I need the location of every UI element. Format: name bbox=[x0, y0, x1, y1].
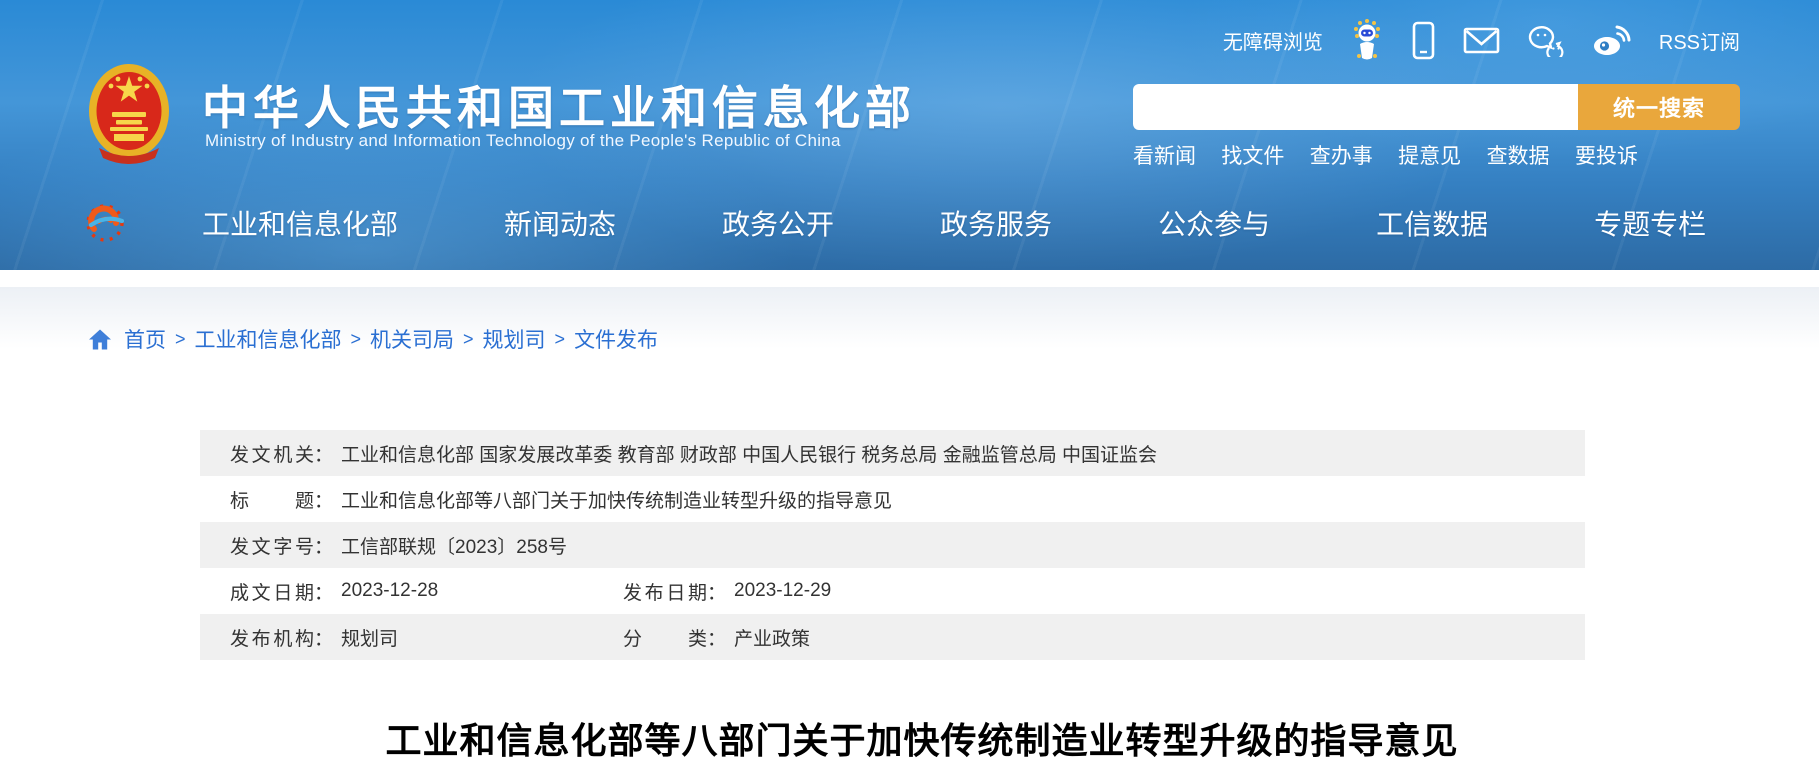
meta-label: 标题 bbox=[230, 486, 314, 513]
document-meta-table: 发文机关 ： 工业和信息化部 国家发展改革委 教育部 财政部 中国人民银行 税务… bbox=[200, 430, 1585, 660]
meta-label: 发布日期 bbox=[623, 578, 707, 605]
meta-colon: ： bbox=[707, 624, 726, 651]
page: 无障碍浏览 bbox=[0, 0, 1819, 774]
meta-pair-publish-date: 发布日期 ： 2023-12-29 bbox=[623, 568, 831, 614]
breadcrumb: 首页 > 工业和信息化部 > 机关司局 > 规划司 > 文件发布 bbox=[88, 324, 658, 354]
quick-link-suggestions[interactable]: 提意见 bbox=[1398, 140, 1461, 170]
main-nav: 工业和信息化部 新闻动态 政务公开 政务服务 公众参与 工信数据 专题专栏 bbox=[202, 203, 1706, 243]
quick-links: 看新闻 找文件 查办事 提意见 查数据 要投诉 bbox=[1133, 140, 1638, 170]
quick-link-data[interactable]: 查数据 bbox=[1487, 140, 1550, 170]
meta-colon: ： bbox=[314, 578, 333, 605]
site-header-banner: 无障碍浏览 bbox=[0, 0, 1819, 270]
meta-colon: ： bbox=[314, 440, 333, 467]
nav-item-public-participation[interactable]: 公众参与 bbox=[1158, 203, 1270, 243]
breadcrumb-home[interactable]: 首页 bbox=[124, 324, 166, 354]
meta-row-dates: 成文日期 ： 2023-12-28 发布日期 ： 2023-12-29 bbox=[200, 568, 1585, 614]
meta-label: 发文机关 bbox=[230, 440, 314, 467]
breadcrumb-departments[interactable]: 机关司局 bbox=[370, 324, 454, 354]
nav-item-miit[interactable]: 工业和信息化部 bbox=[202, 203, 398, 243]
search-bar: 统一搜索 bbox=[1133, 84, 1740, 130]
meta-label: 发布机构 bbox=[230, 624, 314, 651]
breadcrumb-document-release[interactable]: 文件发布 bbox=[574, 324, 658, 354]
breadcrumb-separator: > bbox=[351, 329, 362, 350]
nav-item-news[interactable]: 新闻动态 bbox=[504, 203, 616, 243]
site-subtitle: Ministry of Industry and Information Tec… bbox=[205, 131, 841, 151]
robot-mascot-icon[interactable] bbox=[1350, 19, 1384, 61]
breadcrumb-separator: > bbox=[555, 329, 566, 350]
meta-value: 工业和信息化部等八部门关于加快传统制造业转型升级的指导意见 bbox=[341, 486, 892, 513]
meta-label: 发文字号 bbox=[230, 532, 314, 559]
meta-value: 工业和信息化部 国家发展改革委 教育部 财政部 中国人民银行 税务总局 金融监管… bbox=[341, 440, 1157, 467]
quick-link-news[interactable]: 看新闻 bbox=[1133, 140, 1196, 170]
nav-item-gov-services[interactable]: 政务服务 bbox=[940, 203, 1052, 243]
meta-row-publisher-category: 发布机构 ： 规划司 分类 ： 产业政策 bbox=[200, 614, 1585, 660]
quick-link-documents[interactable]: 找文件 bbox=[1221, 140, 1284, 170]
document-title-block: 工业和信息化部等八部门关于加快传统制造业转型升级的指导意见 bbox=[200, 712, 1644, 764]
breadcrumb-planning-dept[interactable]: 规划司 bbox=[483, 324, 546, 354]
meta-value: 2023-12-29 bbox=[734, 580, 831, 602]
meta-row-issuing-agency: 发文机关 ： 工业和信息化部 国家发展改革委 教育部 财政部 中国人民银行 税务… bbox=[200, 430, 1585, 476]
meta-label: 分类 bbox=[623, 624, 707, 651]
meta-value: 规划司 bbox=[341, 624, 398, 651]
meta-pair-category: 分类 ： 产业政策 bbox=[623, 614, 810, 660]
national-emblem-logo[interactable] bbox=[87, 60, 171, 166]
meta-colon: ： bbox=[314, 532, 333, 559]
mail-icon[interactable] bbox=[1463, 26, 1500, 55]
site-title: 中华人民共和国工业和信息化部 bbox=[202, 72, 916, 138]
document-title: 工业和信息化部等八部门关于加快传统制造业转型升级的指导意见 bbox=[385, 720, 1458, 761]
search-input[interactable] bbox=[1133, 84, 1578, 130]
accessibility-link[interactable]: 无障碍浏览 bbox=[1223, 26, 1323, 55]
quick-link-complaints[interactable]: 要投诉 bbox=[1575, 140, 1638, 170]
unified-search-button[interactable]: 统一搜索 bbox=[1578, 84, 1740, 130]
meta-row-document-number: 发文字号 ： 工信部联规〔2023〕258号 bbox=[200, 522, 1585, 568]
meta-value: 工信部联规〔2023〕258号 bbox=[341, 532, 567, 559]
nav-item-gov-affairs[interactable]: 政务公开 bbox=[722, 203, 834, 243]
meta-colon: ： bbox=[314, 486, 333, 513]
meta-value: 2023-12-28 bbox=[341, 580, 438, 602]
home-icon[interactable] bbox=[88, 328, 112, 351]
mobile-icon[interactable] bbox=[1411, 21, 1436, 60]
nav-item-special-topics[interactable]: 专题专栏 bbox=[1594, 203, 1706, 243]
utility-bar: 无障碍浏览 bbox=[1223, 18, 1740, 62]
wechat-icon[interactable] bbox=[1527, 24, 1564, 57]
nav-item-miit-data[interactable]: 工信数据 bbox=[1376, 203, 1488, 243]
weibo-icon[interactable] bbox=[1591, 23, 1632, 57]
meta-colon: ： bbox=[314, 624, 333, 651]
breadcrumb-separator: > bbox=[463, 329, 474, 350]
miit-e-logo-icon bbox=[86, 200, 124, 244]
breadcrumb-miit[interactable]: 工业和信息化部 bbox=[195, 324, 342, 354]
quick-link-services[interactable]: 查办事 bbox=[1310, 140, 1373, 170]
meta-row-title: 标题 ： 工业和信息化部等八部门关于加快传统制造业转型升级的指导意见 bbox=[200, 476, 1585, 522]
breadcrumb-separator: > bbox=[175, 329, 186, 350]
meta-value: 产业政策 bbox=[734, 624, 810, 651]
meta-colon: ： bbox=[707, 578, 726, 605]
rss-subscribe-link[interactable]: RSS订阅 bbox=[1659, 26, 1740, 55]
meta-label: 成文日期 bbox=[230, 578, 314, 605]
